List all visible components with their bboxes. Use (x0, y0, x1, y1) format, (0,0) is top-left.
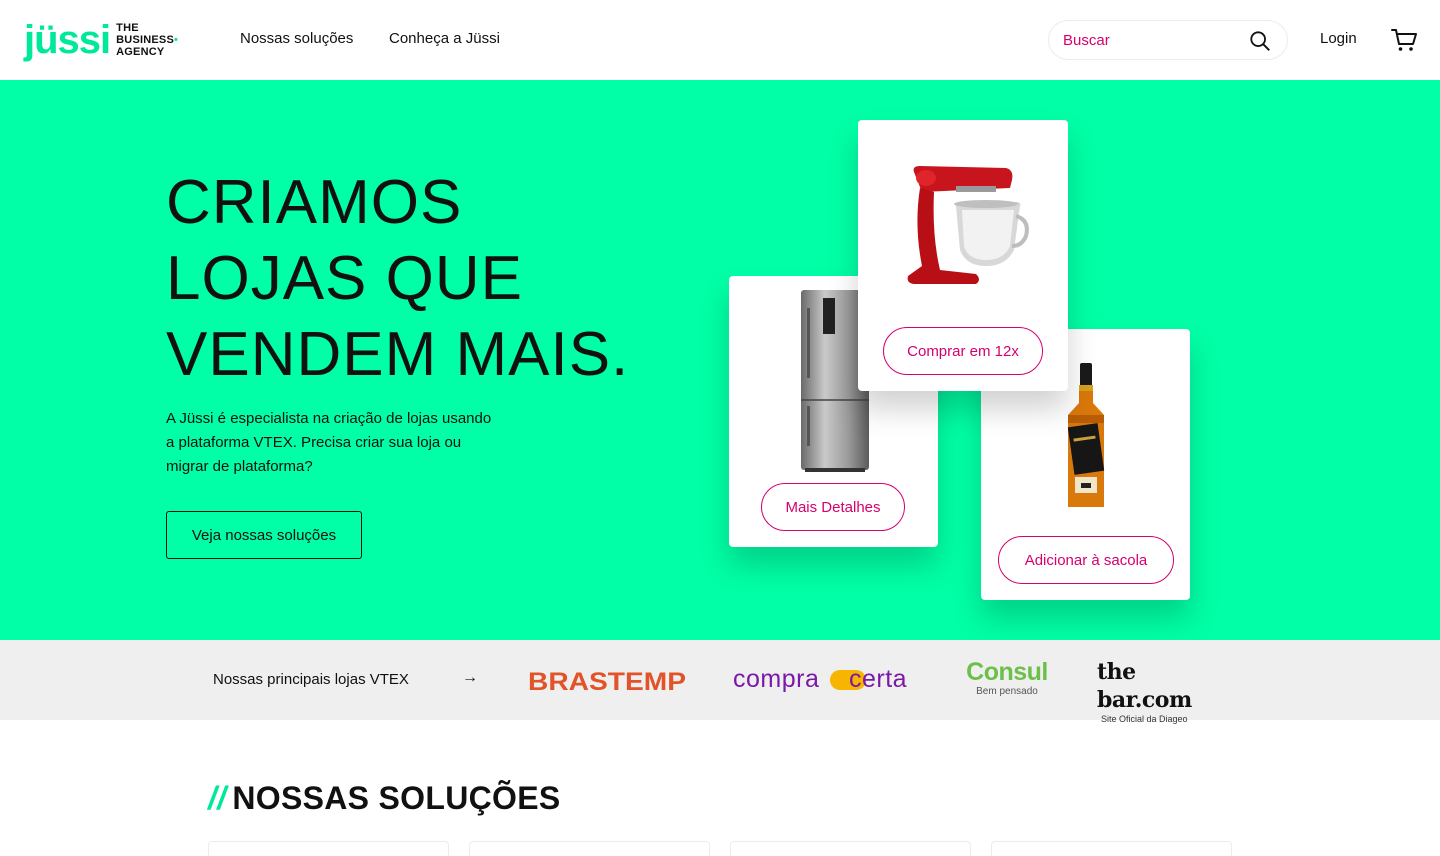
logo-wordmark: jüssi (24, 18, 111, 62)
more-details-button[interactable]: Mais Detalhes (761, 483, 905, 531)
login-link[interactable]: Login (1320, 30, 1357, 47)
jussi-logo[interactable]: jüssi THE BUSINESS• AGENCY (24, 18, 178, 62)
search-input[interactable] (1063, 30, 1243, 50)
arrow-right-icon: → (462, 669, 478, 686)
brands-strip: Nossas principais lojas VTEX → BRASTEMP … (0, 640, 1440, 724)
hero-title: CRIAMOS LOJAS QUE VENDEM MAIS. (166, 168, 630, 389)
stand-mixer-image (907, 166, 1029, 284)
product-card-mixer: Comprar em 12x (858, 120, 1068, 391)
add-to-bag-button[interactable]: Adicionar à sacola (998, 536, 1174, 584)
brands-label: Nossas principais lojas VTEX (213, 671, 409, 688)
hero-section: CRIAMOS LOJAS QUE VENDEM MAIS. A Jüssi é… (0, 80, 1440, 640)
logo-tagline: THE BUSINESS• AGENCY (116, 22, 179, 58)
whisky-bottle-image (1067, 363, 1105, 507)
thebar-logo[interactable]: the bar.com Site Oficial da Diageo (1097, 658, 1229, 724)
cart-icon[interactable] (1390, 26, 1418, 54)
solution-card[interactable] (469, 841, 710, 856)
see-solutions-button[interactable]: Veja nossas soluções (166, 511, 362, 559)
solution-card[interactable] (208, 841, 449, 856)
compracerta-logo[interactable]: compra certa (733, 665, 915, 695)
search-box (1048, 20, 1288, 60)
svg-text:BRASTEMP: BRASTEMP (528, 668, 686, 695)
solution-card[interactable] (730, 841, 971, 856)
hero-description: A Jüssi é especialista na criação de loj… (166, 410, 492, 475)
brastemp-logo[interactable]: BRASTEMP (528, 667, 688, 695)
site-header: jüssi THE BUSINESS• AGENCY Nossas soluçõ… (0, 0, 1440, 80)
solutions-title: //NOSSAS SOLUÇÕES (208, 780, 561, 816)
nav-nossas-solucoes[interactable]: Nossas soluções (240, 30, 353, 47)
solution-card[interactable] (991, 841, 1232, 856)
search-icon[interactable] (1249, 30, 1271, 52)
buy-12x-button[interactable]: Comprar em 12x (883, 327, 1043, 375)
nav-conheca-jussi[interactable]: Conheça a Jüssi (389, 30, 500, 47)
consul-logo[interactable]: Consul Bem pensado (960, 658, 1054, 702)
